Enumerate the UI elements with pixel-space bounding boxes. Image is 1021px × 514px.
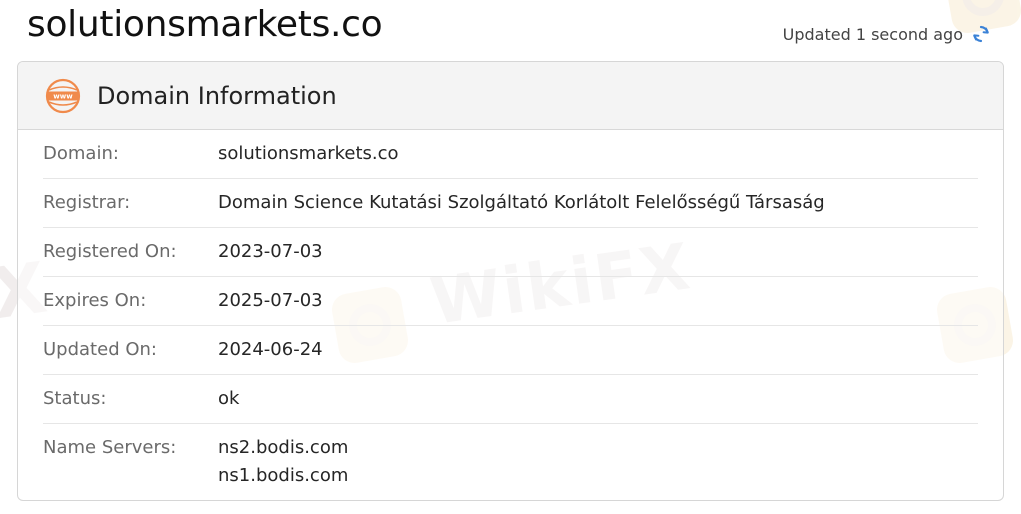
name-server: ns2.bodis.com [218, 437, 349, 458]
row-value: 2025-07-03 [218, 290, 323, 311]
row-label: Registered On: [43, 241, 177, 262]
name-server: ns1.bodis.com [218, 465, 349, 486]
row-domain: Domain: solutionsmarkets.co [43, 130, 978, 179]
row-label: Name Servers: [43, 437, 177, 458]
update-status: Updated 1 second ago [783, 24, 991, 44]
info-table: Domain: solutionsmarkets.co Registrar: D… [18, 130, 1003, 490]
row-registrar: Registrar: Domain Science Kutatási Szolg… [43, 179, 978, 228]
row-value: ok [218, 388, 240, 409]
updated-text: Updated 1 second ago [782, 24, 963, 44]
card-header: www Domain Information [18, 62, 1003, 130]
domain-info-card: www Domain Information Domain: solutions… [17, 61, 1004, 501]
row-registered-on: Registered On: 2023-07-03 [43, 228, 978, 277]
name-server-list: ns2.bodis.com ns1.bodis.com [218, 421, 348, 490]
row-name-servers: Name Servers: ns2.bodis.com ns1.bodis.co… [43, 424, 978, 490]
card-title: Domain Information [97, 81, 337, 110]
row-label: Domain: [43, 143, 119, 164]
row-expires-on: Expires On: 2025-07-03 [43, 277, 978, 326]
row-label: Expires On: [43, 290, 147, 311]
row-value: Domain Science Kutatási Szolgáltató Korl… [218, 192, 825, 213]
refresh-icon[interactable] [971, 24, 991, 44]
row-value: 2024-06-24 [218, 339, 323, 360]
row-updated-on: Updated On: 2024-06-24 [43, 326, 978, 375]
page: X WikiFX solutionsmarkets.co Updated 1 s… [0, 0, 1021, 514]
www-globe-icon: www [45, 78, 81, 113]
site-title: solutionsmarkets.co [27, 4, 383, 45]
svg-text:www: www [53, 92, 73, 100]
row-value: solutionsmarkets.co [218, 143, 399, 164]
row-value: 2023-07-03 [218, 241, 323, 262]
row-label: Status: [43, 388, 107, 409]
row-label: Updated On: [43, 339, 157, 360]
row-label: Registrar: [43, 192, 131, 213]
row-status: Status: ok [43, 375, 978, 424]
